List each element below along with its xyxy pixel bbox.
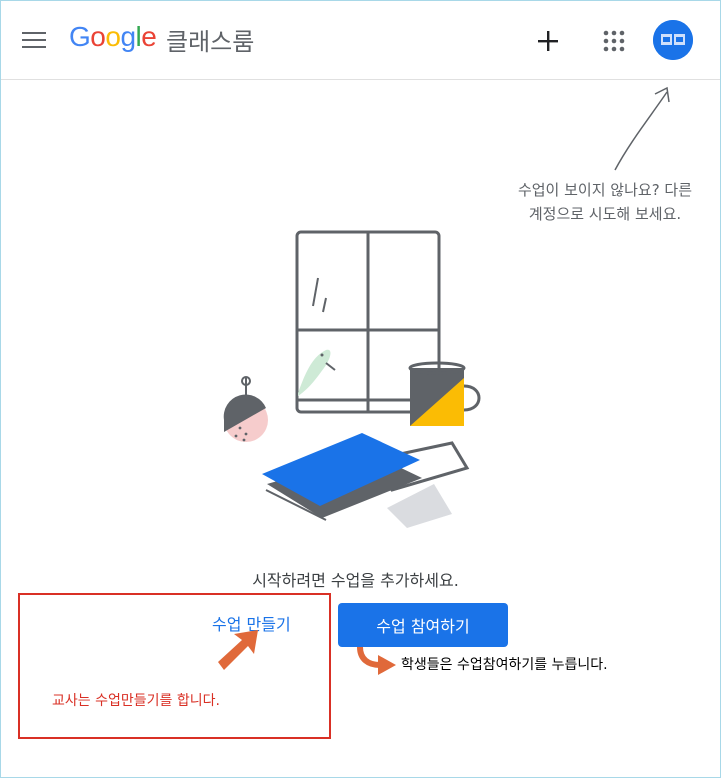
top-app-bar: Google 클래스룸 [1,1,720,80]
student-note: 학생들은 수업참여하기를 누릅니다. [401,657,608,673]
plus-icon[interactable] [535,28,561,54]
empty-state-illustration [223,230,481,528]
empty-state-prompt: 시작하려면 수업을 추가하세요. [252,571,459,590]
orange-arrow-icon [218,630,258,670]
teacher-note: 교사는 수업만들기를 합니다. [52,693,220,709]
account-hint: 수업이 보이지 않나요? 다른 계정으로 시도해 보세요. [490,178,720,226]
account-avatar[interactable] [653,20,693,60]
google-logo[interactable]: Google [69,21,157,53]
google-apps-icon[interactable] [602,29,626,53]
app-name[interactable]: 클래스룸 [166,22,254,57]
hint-pointer-arrow [614,86,670,171]
orange-curved-arrow-icon [357,646,396,675]
hamburger-menu-icon[interactable] [22,32,46,50]
join-class-button[interactable]: 수업 참여하기 [338,603,508,647]
hint-line-1: 수업이 보이지 않나요? 다른 [517,181,693,199]
hint-line-2: 계정으로 시도해 보세요. [528,205,682,223]
